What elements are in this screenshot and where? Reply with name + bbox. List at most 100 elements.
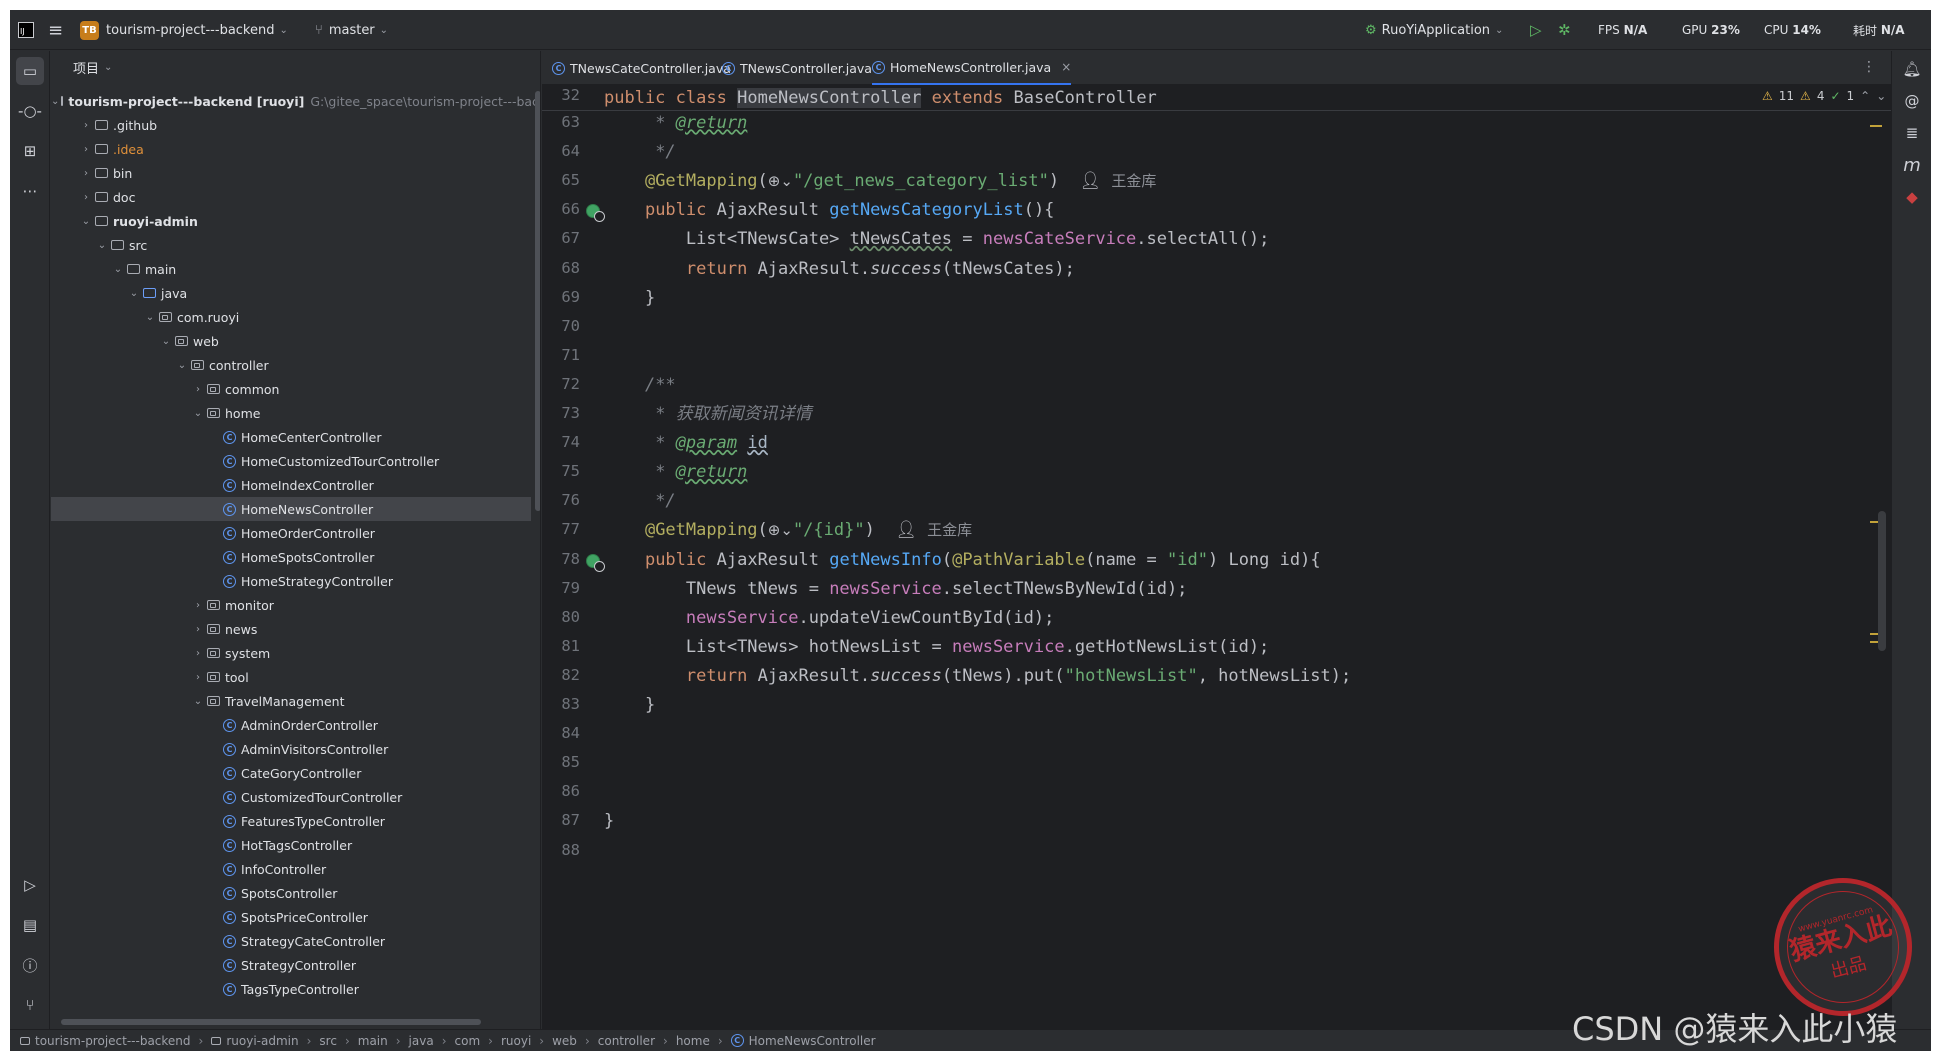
main-menu-icon[interactable]: ≡ [48,10,63,50]
tree-item[interactable]: C CustomizedTourController [51,785,531,809]
tree-horizontal-scrollbar[interactable] [61,1019,481,1025]
tree-item[interactable]: C SpotsPriceController [51,905,531,929]
chevron-down-icon[interactable]: ⌄ [191,696,205,707]
breadcrumb-item[interactable]: tourism-project---backend [20,1034,191,1048]
chevron-right-icon[interactable]: › [191,600,205,611]
breadcrumb-item[interactable]: main [358,1034,388,1048]
tree-item[interactable]: ⌄ main [51,257,531,281]
tree-item[interactable]: › bin [51,161,531,185]
breadcrumb-item[interactable]: src [319,1034,337,1048]
services-icon[interactable]: ▷ [16,871,44,899]
chevron-right-icon[interactable]: › [191,384,205,395]
editor-tab[interactable]: C HomeNewsController.java × [872,51,1072,85]
tree-item[interactable]: C AdminVisitorsController [51,737,531,761]
maven-icon[interactable]: m [1898,151,1926,179]
ai-assistant-icon[interactable]: @ [1898,87,1926,115]
chevron-down-icon[interactable]: ⌄ [111,264,125,275]
tree-item[interactable]: › doc [51,185,531,209]
commit-icon[interactable]: -○- [16,97,44,125]
tree-item[interactable]: ⌄ home [51,401,531,425]
tree-item[interactable]: C HomeNewsController [51,497,531,521]
tree-item[interactable]: › news [51,617,531,641]
chevron-down-icon[interactable]: ⌄ [159,336,173,347]
tree-item[interactable]: C TagsTypeController [51,977,531,1001]
tree-item[interactable]: ⌄ TravelManagement [51,689,531,713]
endpoint-icon[interactable] [586,204,605,223]
breadcrumb-item[interactable]: web [552,1034,577,1048]
code-view[interactable]: * @return */ @GetMapping(⊕⌄"/get_news_ca… [604,85,1844,1029]
tree-item[interactable]: ⌄ src [51,233,531,257]
breadcrumb-item[interactable]: java [409,1034,434,1048]
editor-tab[interactable]: C TNewsController.java [722,51,872,85]
database-icon[interactable]: ≣ [1898,119,1926,147]
tree-item[interactable]: › .idea [51,137,531,161]
chevron-right-icon[interactable]: › [191,648,205,659]
tab-options-icon[interactable]: ⋮ [1862,59,1876,75]
sticky-line[interactable]: 32 public class HomeNewsController exten… [542,85,1891,111]
tree-item[interactable]: C HomeStrategyController [51,569,531,593]
globe-icon[interactable]: ⊕⌄ [768,172,793,190]
structure-icon[interactable]: ⊞ [16,137,44,165]
breadcrumb-item[interactable]: C HomeNewsController [730,1034,876,1048]
close-icon[interactable]: × [1061,60,1071,74]
chevron-down-icon[interactable]: ⌄ [175,360,189,371]
breadcrumb-item[interactable]: ruoyi-admin [211,1034,299,1048]
tree-item[interactable]: ⌄ com.ruoyi [51,305,531,329]
project-switcher[interactable]: TB tourism-project---backend ⌄ [80,10,288,50]
tree-item[interactable]: › system [51,641,531,665]
tree-item[interactable]: ⌄ web [51,329,531,353]
chevron-right-icon[interactable]: › [79,192,93,203]
tree-item[interactable]: C CateGoryController [51,761,531,785]
breadcrumb-item[interactable]: ruoyi [501,1034,531,1048]
more-icon[interactable]: ⋯ [16,177,44,205]
tree-item[interactable]: C HomeOrderController [51,521,531,545]
problems-icon[interactable]: ⓘ [16,951,44,979]
chevron-up-icon[interactable]: ⌃ [1860,89,1870,103]
chevron-right-icon[interactable]: › [191,624,205,635]
notifications-icon[interactable]: 🔔︎ [1898,55,1926,83]
tree-item[interactable]: ⌄ ruoyi-admin [51,209,531,233]
tree-item[interactable]: ⌄ controller [51,353,531,377]
tree-item[interactable]: › monitor [51,593,531,617]
run-config-selector[interactable]: ⚙ RuoYiApplication ⌄ [1365,10,1503,50]
inspection-widget[interactable]: ⚠ 11 ⚠ 4 ✓ 1 ⌃ ⌄ [1762,89,1886,103]
error-stripe-mark[interactable] [1870,125,1882,127]
breadcrumb-item[interactable]: home [676,1034,710,1048]
tree-item[interactable]: C StrategyController [51,953,531,977]
chevron-right-icon[interactable]: › [191,672,205,683]
branch-switcher[interactable]: ⑂ master ⌄ [315,10,388,50]
globe-icon[interactable]: ⊕⌄ [768,521,793,539]
chevron-down-icon[interactable]: ⌄ [127,288,141,299]
tree-item[interactable]: › tool [51,665,531,689]
chevron-down-icon[interactable]: ⌄ [79,216,93,227]
breadcrumb-item[interactable]: controller [598,1034,655,1048]
chevron-down-icon[interactable]: ⌄ [95,240,109,251]
tree-item[interactable]: C HomeCenterController [51,425,531,449]
tree-item[interactable]: C SpotsController [51,881,531,905]
tree-item[interactable]: ⌄ tourism-project---backend [ruoyi] G:\git… [51,89,540,113]
editor-tab[interactable]: C TNewsCateController.java [552,51,731,85]
project-panel-header[interactable]: 项目 ⌄ [51,51,540,83]
tree-item[interactable]: C HomeIndexController [51,473,531,497]
project-folder-icon[interactable]: ▭ [16,57,44,85]
tree-item[interactable]: C HomeCustomizedTourController [51,449,531,473]
tree-item[interactable]: ⌄ java [51,281,531,305]
tree-item[interactable]: C AdminOrderController [51,713,531,737]
app-logo[interactable]: IJ [18,10,34,50]
plugin-icon[interactable]: ◆ [1898,183,1926,211]
chevron-right-icon[interactable]: › [79,168,93,179]
tree-item[interactable]: C HomeSpotsController [51,545,531,569]
breadcrumb-item[interactable]: com [455,1034,481,1048]
editor-vertical-scrollbar[interactable] [1878,511,1886,651]
chevron-down-icon[interactable]: ⌄ [191,408,205,419]
tree-item[interactable]: C FeaturesTypeController [51,809,531,833]
git-icon[interactable]: ⑂ [16,991,44,1019]
debug-icon[interactable]: ✲ [1558,10,1571,50]
tree-vertical-scrollbar[interactable] [535,91,540,511]
terminal-icon[interactable]: ▤ [16,911,44,939]
run-icon[interactable]: ▷ [1530,10,1542,50]
chevron-down-icon[interactable]: ⌄ [51,96,59,107]
endpoint-icon[interactable] [586,553,605,572]
tree-item[interactable]: C StrategyCateController [51,929,531,953]
chevron-down-icon[interactable]: ⌄ [143,312,157,323]
